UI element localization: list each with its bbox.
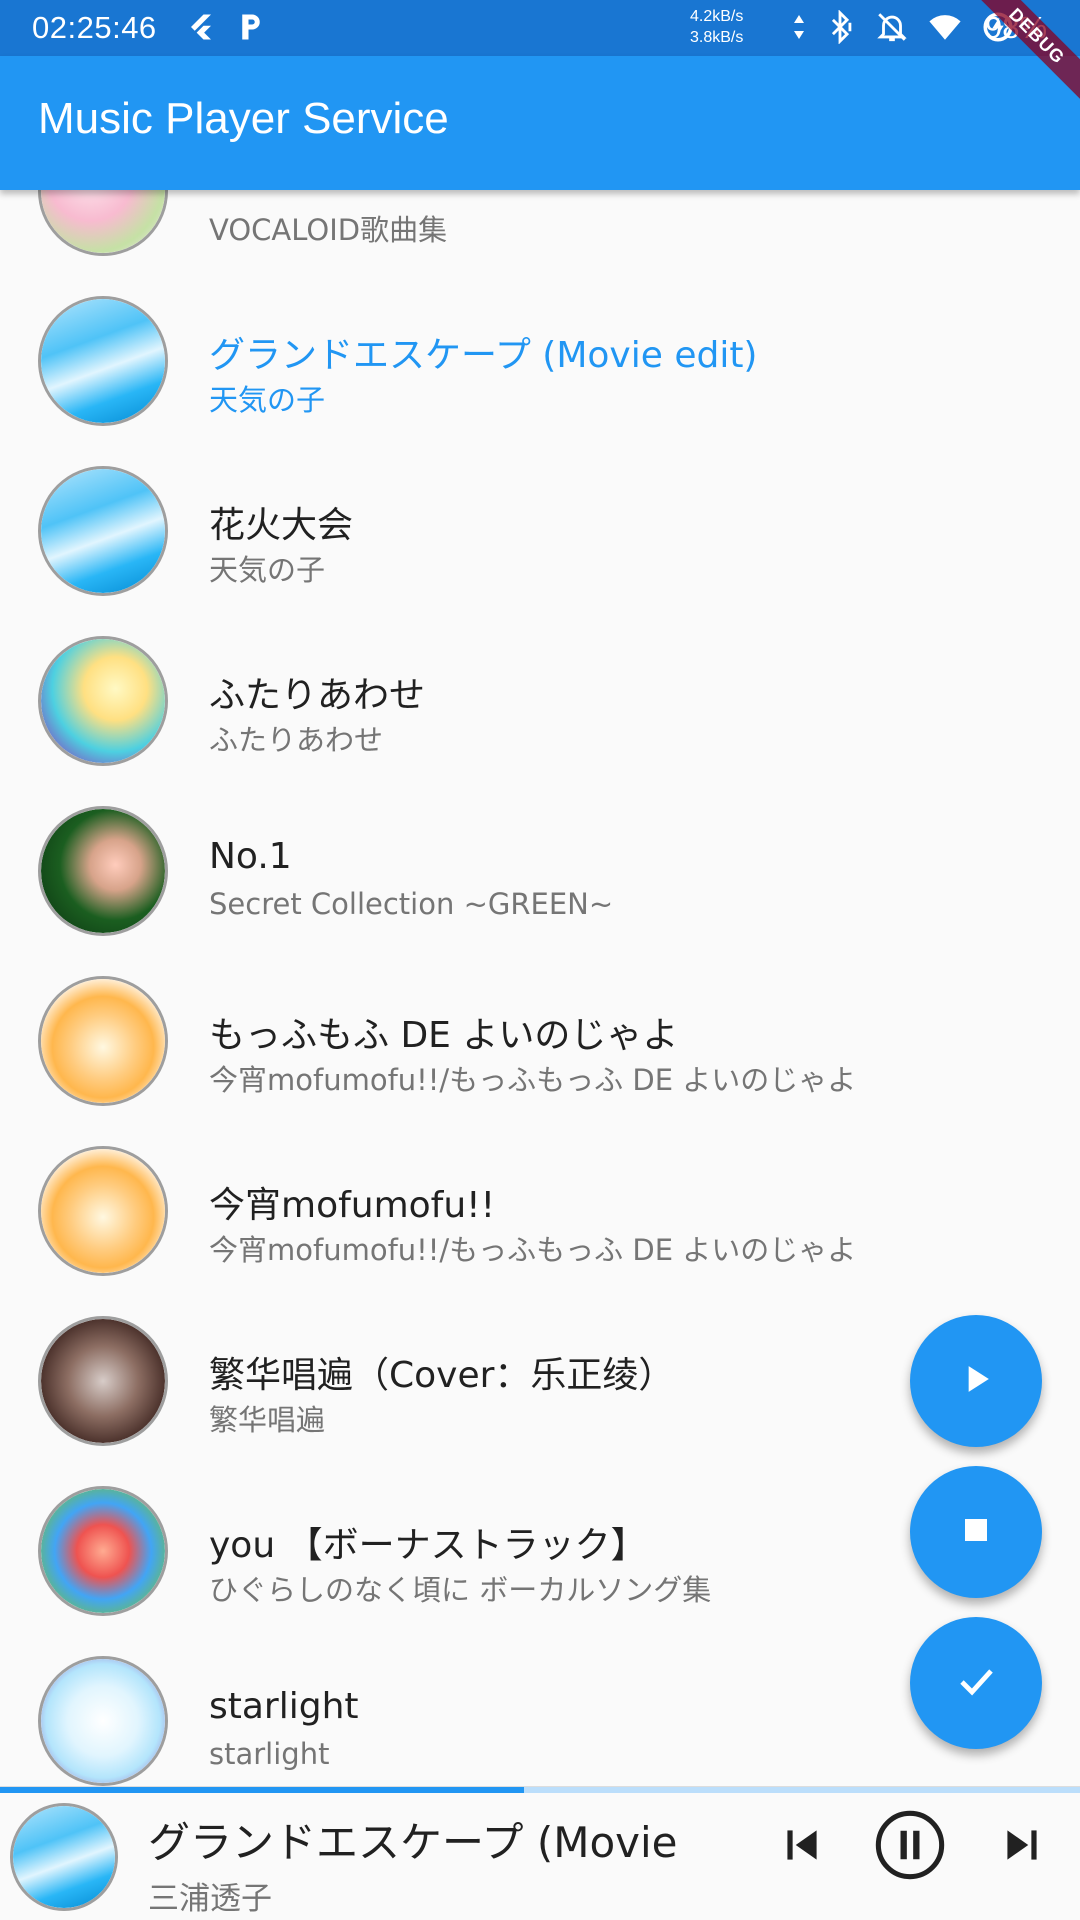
song-title: 今宵mofumofu!! <box>209 1185 496 1226</box>
song-item-active[interactable]: グランドエスケープ (Movie edit) 天気の子 <box>0 276 1080 446</box>
app-bar: Music Player Service <box>0 56 1080 190</box>
album-art <box>38 296 168 426</box>
skip-previous-button[interactable] <box>772 1817 832 1877</box>
song-subtitle: ひぐらしのなく頃に ボーカルソング集 <box>209 1573 712 1607</box>
song-subtitle: VOCALOID歌曲集 <box>209 213 448 247</box>
progress-fill <box>0 1787 524 1793</box>
song-subtitle: starlight <box>209 1737 330 1771</box>
app-title: Music Player Service <box>38 94 449 143</box>
album-art <box>38 190 168 256</box>
play-fab[interactable] <box>910 1315 1042 1447</box>
album-art <box>38 636 168 766</box>
song-title: グランドエスケープ (Movie edit) <box>209 335 758 376</box>
stop-icon <box>954 1508 998 1556</box>
now-playing-artist: 三浦透子 <box>148 1881 272 1917</box>
song-item[interactable]: No.1 Secret Collection ~GREEN~ <box>0 786 1080 956</box>
skip-next-button[interactable] <box>992 1817 1052 1877</box>
net-arrows-icon <box>793 13 805 45</box>
song-title: 花火大会 <box>209 505 354 546</box>
song-subtitle: 天気の子 <box>209 553 326 587</box>
album-art <box>38 1316 168 1446</box>
now-playing-art <box>10 1803 118 1911</box>
song-subtitle: 繁华唱遍 <box>209 1403 326 1437</box>
song-item[interactable]: 今宵mofumofu!! 今宵mofumofu!!/もっふもっふ DE よいのじ… <box>0 1126 1080 1296</box>
network-speed: 4.2kB/s 3.8kB/s <box>690 6 743 48</box>
album-art <box>38 1486 168 1616</box>
play-icon <box>954 1357 998 1405</box>
song-title: you 【ボーナストラック】 <box>209 1525 647 1566</box>
net-up: 4.2kB/s <box>690 8 744 25</box>
now-playing-bar[interactable]: グランドエスケープ (Movie 三浦透子 <box>0 1786 1080 1920</box>
stop-fab[interactable] <box>910 1466 1042 1598</box>
now-playing-title: グランドエスケープ (Movie <box>148 1818 678 1867</box>
pause-icon <box>872 1807 948 1887</box>
song-title: もっふもふ DE よいのじゃよ <box>209 1015 679 1056</box>
album-art <box>38 1146 168 1276</box>
flutter-icon <box>186 12 216 46</box>
skip-next-icon <box>997 1820 1047 1874</box>
check-fab[interactable] <box>910 1617 1042 1749</box>
skip-previous-icon <box>777 1820 827 1874</box>
song-subtitle: 今宵mofumofu!!/もっふもっふ DE よいのじゃよ <box>209 1233 857 1267</box>
song-item[interactable]: 花火大会 天気の子 <box>0 446 1080 616</box>
album-art <box>38 976 168 1106</box>
net-down: 3.8kB/s <box>690 29 744 46</box>
album-art <box>38 466 168 596</box>
song-item[interactable]: VOCALOID歌曲集 <box>0 190 1080 276</box>
album-art <box>38 806 168 936</box>
pause-button[interactable] <box>872 1809 948 1885</box>
check-icon <box>952 1657 1000 1709</box>
p-icon <box>238 12 264 46</box>
status-bar: 02:25:46 4.2kB/s 3.8kB/s 98% <box>0 0 1080 56</box>
song-title: 繁华唱遍（Cover：乐正绫） <box>209 1355 675 1396</box>
wifi-icon <box>927 10 963 48</box>
song-subtitle: ふたりあわせ <box>209 723 384 757</box>
song-item[interactable]: もっふもふ DE よいのじゃよ 今宵mofumofu!!/もっふもっふ DE よ… <box>0 956 1080 1126</box>
silent-icon <box>875 10 909 48</box>
song-title: starlight <box>209 1686 359 1727</box>
progress-bar[interactable] <box>0 1787 1080 1793</box>
album-art <box>38 1656 168 1786</box>
song-title: No.1 <box>209 836 292 877</box>
bluetooth-icon <box>823 9 857 48</box>
status-time: 02:25:46 <box>32 10 157 45</box>
song-item[interactable]: ふたりあわせ ふたりあわせ <box>0 616 1080 786</box>
song-subtitle: 今宵mofumofu!!/もっふもっふ DE よいのじゃよ <box>209 1063 857 1097</box>
song-subtitle: Secret Collection ~GREEN~ <box>209 887 614 921</box>
song-subtitle: 天気の子 <box>209 383 326 417</box>
song-title: ふたりあわせ <box>209 675 426 716</box>
